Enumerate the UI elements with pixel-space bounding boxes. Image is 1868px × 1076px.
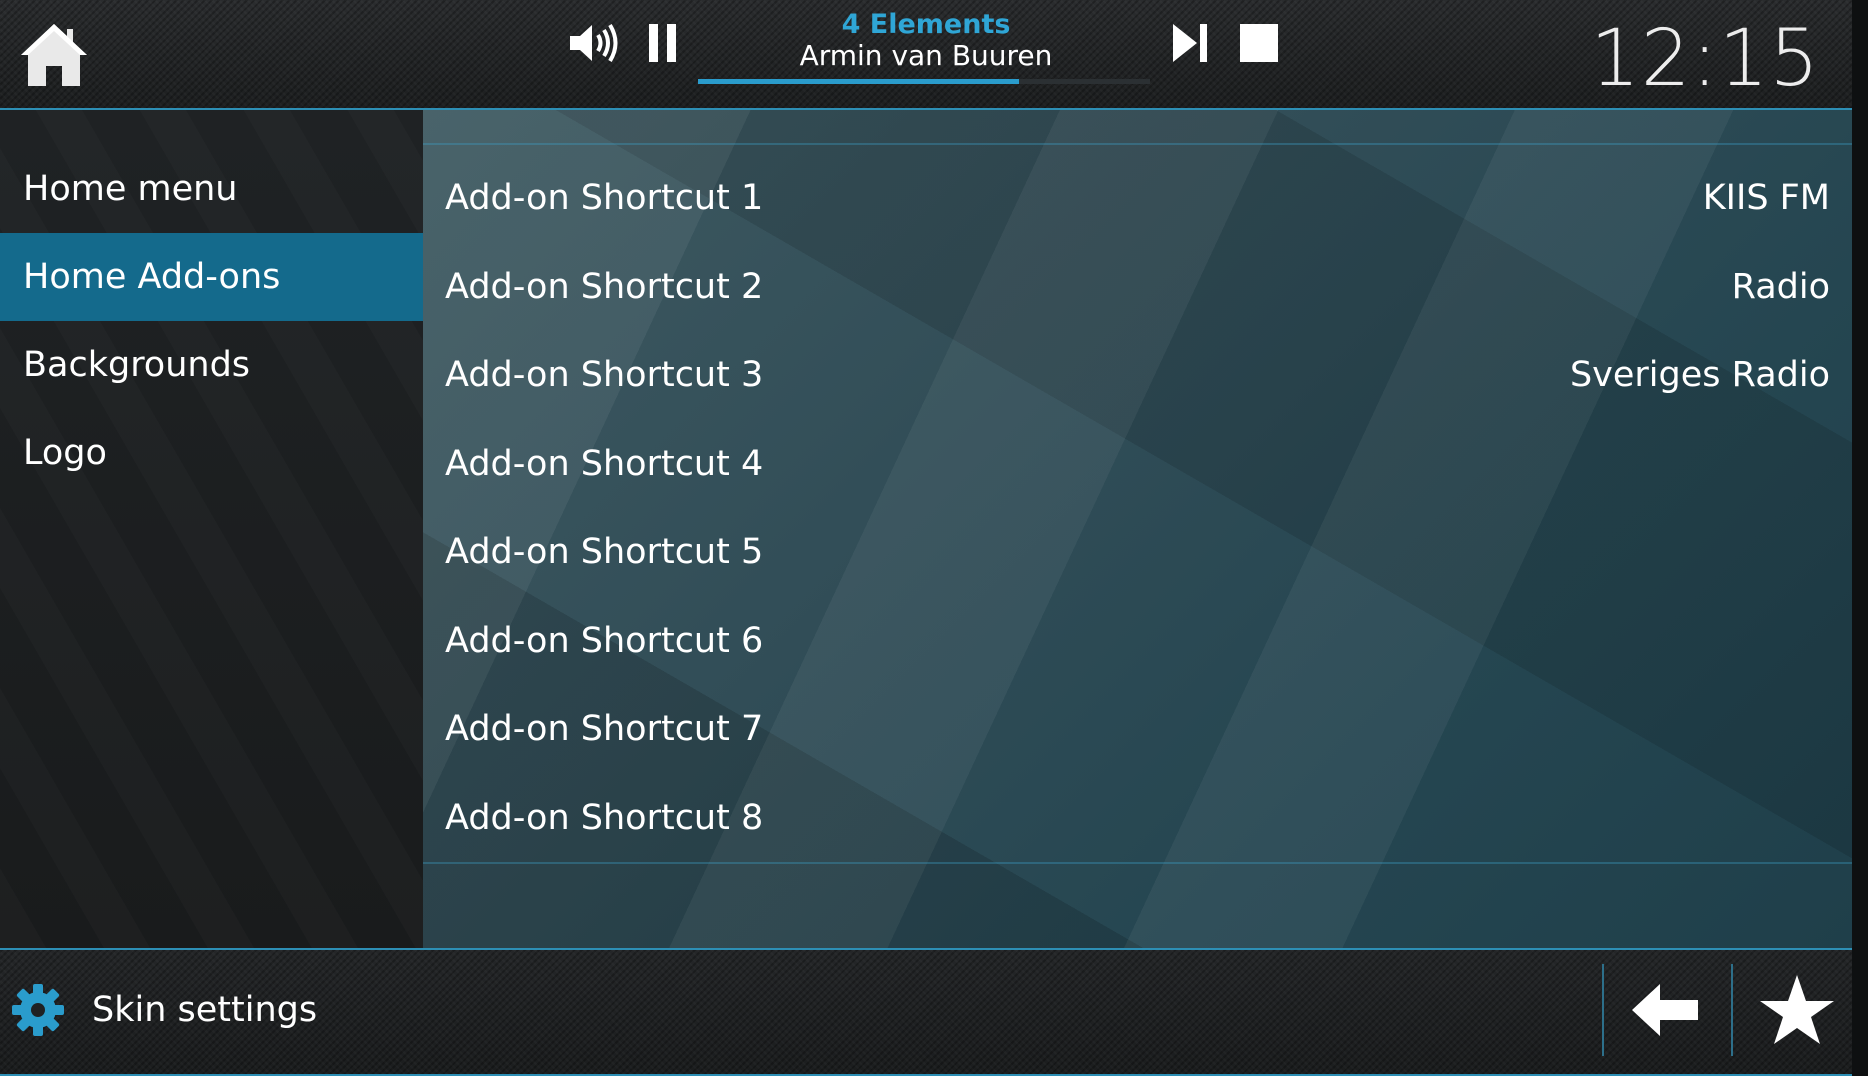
bottom-bar: Skin settings — [0, 948, 1852, 1076]
now-playing-title: 4 Elements — [841, 9, 1011, 40]
list-item-value: Sveriges Radio — [1569, 355, 1830, 395]
list-item-label: Add-on Shortcut 7 — [445, 709, 764, 749]
list-item[interactable]: Add-on Shortcut 1 KIIS FM — [423, 154, 1852, 243]
skip-next-icon — [1173, 24, 1207, 62]
pause-icon — [649, 24, 676, 62]
divider — [1731, 964, 1733, 1056]
favourites-button[interactable] — [1758, 972, 1836, 1048]
list-item-label: Add-on Shortcut 2 — [445, 266, 764, 307]
screen-edge — [1852, 0, 1868, 1076]
list-divider-bottom — [423, 862, 1852, 864]
now-playing-info[interactable]: 4 Elements Armin van Buuren — [700, 10, 1152, 72]
list-item-label: Add-on Shortcut 8 — [445, 797, 764, 838]
settings-list-panel: Add-on Shortcut 1 KIIS FM Add-on Shortcu… — [423, 110, 1852, 948]
home-icon — [21, 24, 87, 86]
list-item[interactable]: Add-on Shortcut 6 — [423, 597, 1852, 686]
list-item[interactable]: Add-on Shortcut 7 — [423, 685, 1852, 774]
list-item-label: Add-on Shortcut 3 — [445, 355, 764, 395]
sidebar-menu: Home menu Home Add-ons Backgrounds Logo — [0, 145, 423, 497]
gear-icon — [12, 984, 64, 1036]
now-playing-artist: Armin van Buuren — [799, 39, 1053, 72]
list-item[interactable]: Add-on Shortcut 8 — [423, 774, 1852, 863]
stop-button[interactable] — [1238, 22, 1280, 64]
list-item[interactable]: Add-on Shortcut 5 — [423, 508, 1852, 597]
list-item-label: Add-on Shortcut 1 — [445, 178, 764, 218]
home-button[interactable] — [18, 20, 90, 90]
list-divider-top — [423, 143, 1852, 145]
sidebar-item-home-menu[interactable]: Home menu — [0, 145, 423, 233]
volume-button[interactable] — [568, 20, 618, 66]
list-item[interactable]: Add-on Shortcut 2 Radio — [423, 243, 1852, 332]
list-item-value: Radio — [1731, 266, 1830, 307]
back-button[interactable] — [1628, 978, 1702, 1042]
sidebar-item-logo[interactable]: Logo — [0, 409, 423, 497]
pause-button[interactable] — [646, 20, 680, 66]
skin-settings-label: Skin settings — [92, 990, 318, 1030]
sidebar: Home menu Home Add-ons Backgrounds Logo — [0, 110, 423, 948]
back-arrow-icon — [1632, 984, 1698, 1036]
add-on-shortcut-list: Add-on Shortcut 1 KIIS FM Add-on Shortcu… — [423, 154, 1852, 862]
sidebar-item-home-add-ons[interactable]: Home Add-ons — [0, 233, 423, 321]
list-item-label: Add-on Shortcut 5 — [445, 532, 764, 572]
playback-progress-bar[interactable] — [698, 79, 1150, 84]
playback-progress-fill — [698, 79, 1019, 84]
skin-settings-button[interactable]: Skin settings — [10, 980, 317, 1040]
list-item[interactable]: Add-on Shortcut 4 — [423, 420, 1852, 509]
list-item-value: KIIS FM — [1702, 178, 1830, 218]
sidebar-item-backgrounds[interactable]: Backgrounds — [0, 321, 423, 409]
divider — [1602, 964, 1604, 1056]
list-item[interactable]: Add-on Shortcut 3 Sveriges Radio — [423, 331, 1852, 420]
top-bar: 4 Elements Armin van Buuren 12:15 — [0, 0, 1852, 110]
skip-next-button[interactable] — [1170, 20, 1210, 66]
list-item-label: Add-on Shortcut 4 — [445, 443, 764, 484]
list-item-label: Add-on Shortcut 6 — [445, 620, 764, 661]
clock: 12:15 — [1590, 14, 1820, 104]
stop-icon — [1240, 24, 1278, 62]
star-icon — [1760, 975, 1834, 1044]
volume-icon — [570, 23, 618, 63]
